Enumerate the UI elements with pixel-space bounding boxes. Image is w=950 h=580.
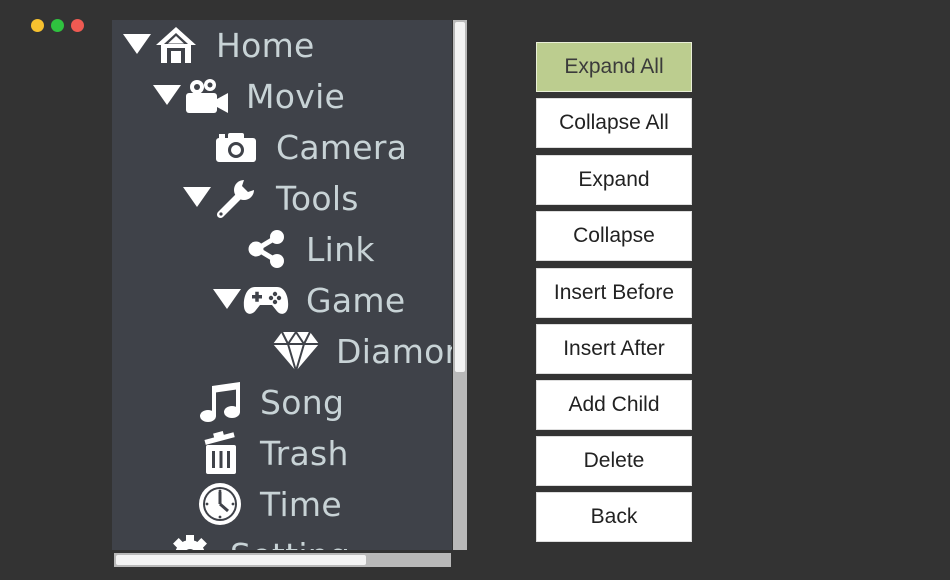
zoom-window-button[interactable] bbox=[71, 19, 84, 32]
minimize-window-button[interactable] bbox=[51, 19, 64, 32]
expand-all-button[interactable]: Expand All bbox=[536, 42, 692, 92]
wrench-icon bbox=[212, 174, 260, 222]
close-window-button[interactable] bbox=[31, 19, 44, 32]
diamond-icon bbox=[272, 327, 320, 375]
arrow-placeholder bbox=[242, 336, 272, 366]
clock-icon bbox=[196, 480, 244, 528]
tree-item-label: Song bbox=[260, 382, 345, 422]
collapse-all-button[interactable]: Collapse All bbox=[536, 98, 692, 148]
horizontal-scrollbar-thumb[interactable] bbox=[116, 555, 366, 565]
tree-item-label: Camera bbox=[276, 127, 408, 167]
arrow-placeholder bbox=[136, 540, 166, 550]
delete-button[interactable]: Delete bbox=[536, 436, 692, 486]
tree-item-label: Diamond bbox=[336, 331, 452, 371]
collapse-button[interactable]: Collapse bbox=[536, 211, 692, 261]
tree-item-label: Link bbox=[306, 229, 375, 269]
tree-item-time[interactable]: Time bbox=[166, 480, 342, 528]
window-controls bbox=[31, 19, 84, 32]
tree-item-song[interactable]: Song bbox=[166, 378, 344, 426]
tree-item-label: Trash bbox=[260, 433, 349, 473]
tree-view: Home Movie Camera Tools Link Game Diamo … bbox=[112, 20, 452, 550]
tree-item-home[interactable]: Home bbox=[122, 21, 315, 69]
tree-item-label: Tools bbox=[276, 178, 359, 218]
music-note-icon bbox=[196, 378, 244, 426]
tree-item-label: Movie bbox=[246, 76, 346, 116]
tree-item-tools[interactable]: Tools bbox=[182, 174, 359, 222]
tree-item-label: Home bbox=[216, 25, 315, 65]
tree-item-camera[interactable]: Camera bbox=[182, 123, 407, 171]
insert-after-button[interactable]: Insert After bbox=[536, 324, 692, 374]
expanded-arrow-icon[interactable] bbox=[212, 285, 242, 315]
expanded-arrow-icon[interactable] bbox=[152, 81, 182, 111]
tree-item-label: Time bbox=[260, 484, 342, 524]
trash-icon bbox=[196, 429, 244, 477]
gamepad-icon bbox=[242, 276, 290, 324]
tree-item-movie[interactable]: Movie bbox=[152, 72, 345, 120]
arrow-placeholder bbox=[166, 438, 196, 468]
home-icon bbox=[152, 21, 200, 69]
back-button[interactable]: Back bbox=[536, 492, 692, 542]
expanded-arrow-icon[interactable] bbox=[182, 183, 212, 213]
tree-item-setting[interactable]: Setting bbox=[136, 531, 350, 550]
tree-item-label: Setting bbox=[230, 536, 350, 551]
share-icon bbox=[242, 225, 290, 273]
add-child-button[interactable]: Add Child bbox=[536, 380, 692, 430]
arrow-placeholder bbox=[166, 387, 196, 417]
arrow-placeholder bbox=[166, 489, 196, 519]
arrow-placeholder bbox=[182, 132, 212, 162]
vertical-scrollbar-thumb[interactable] bbox=[455, 22, 465, 372]
camera-icon bbox=[212, 123, 260, 171]
tree-item-game[interactable]: Game bbox=[212, 276, 405, 324]
tree-item-link[interactable]: Link bbox=[212, 225, 375, 273]
tree-item-diamond[interactable]: Diamond bbox=[242, 327, 452, 375]
expanded-arrow-icon[interactable] bbox=[122, 30, 152, 60]
tree-item-label: Game bbox=[306, 280, 406, 320]
insert-before-button[interactable]: Insert Before bbox=[536, 268, 692, 318]
gear-icon bbox=[166, 531, 214, 550]
tree-item-trash[interactable]: Trash bbox=[166, 429, 349, 477]
video-camera-icon bbox=[182, 72, 230, 120]
arrow-placeholder bbox=[212, 234, 242, 264]
expand-button[interactable]: Expand bbox=[536, 155, 692, 205]
